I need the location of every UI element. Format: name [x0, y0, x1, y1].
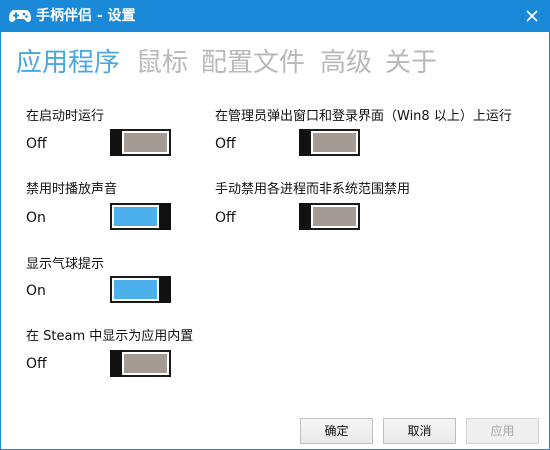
toggle-knob — [299, 203, 311, 230]
tab-mouse[interactable]: 鼠标 — [136, 46, 188, 80]
steam-overlay-label: 在 Steam 中显示为应用内置 — [26, 329, 194, 344]
toggle-track — [114, 280, 157, 299]
manual-disable-toggle[interactable] — [299, 203, 360, 230]
toggle-knob — [159, 203, 171, 230]
toggle-track — [124, 133, 167, 152]
toggle-track — [313, 207, 356, 226]
run-on-admin-state: Off — [215, 136, 236, 152]
run-at-startup-label: 在启动时运行 — [26, 109, 105, 124]
show-balloon-label: 显示气球提示 — [26, 257, 105, 272]
play-sound-state: On — [26, 210, 46, 226]
steam-overlay-toggle[interactable] — [110, 350, 171, 377]
tab-advanced[interactable]: 高级 — [320, 46, 372, 80]
show-balloon-state: On — [26, 283, 46, 299]
run-at-startup-toggle[interactable] — [110, 129, 171, 156]
manual-disable-label: 手动禁用各进程而非系统范围禁用 — [215, 182, 411, 197]
toggle-knob — [110, 129, 122, 156]
tab-about[interactable]: 关于 — [385, 46, 437, 80]
settings-panel: 应用程序 鼠标 配置文件 高级 关于 在启动时运行 Off 在管理员弹出窗口和登… — [1, 32, 549, 449]
run-on-admin-label: 在管理员弹出窗口和登录界面（Win8 以上）上运行 — [215, 109, 512, 124]
toggle-knob — [159, 276, 171, 303]
show-balloon-toggle[interactable] — [110, 276, 171, 303]
apply-button[interactable]: 应用 — [466, 418, 539, 444]
toggle-track — [124, 354, 167, 373]
cancel-button[interactable]: 取消 — [383, 418, 456, 444]
toggle-track — [114, 207, 157, 226]
steam-overlay-state: Off — [26, 356, 47, 372]
tab-applications[interactable]: 应用程序 — [16, 46, 120, 80]
gamepad-icon — [9, 10, 31, 22]
play-sound-label: 禁用时播放声音 — [26, 182, 118, 197]
run-on-admin-toggle[interactable] — [299, 129, 360, 156]
tab-profiles[interactable]: 配置文件 — [201, 46, 305, 80]
toggle-knob — [110, 350, 122, 377]
title-bar: 手柄伴侣 - 设置 — [0, 0, 550, 32]
toggle-knob — [299, 129, 311, 156]
play-sound-toggle[interactable] — [110, 203, 171, 230]
toggle-track — [313, 133, 356, 152]
window-title: 手柄伴侣 - 设置 — [36, 8, 136, 24]
close-icon[interactable] — [522, 6, 542, 26]
manual-disable-state: Off — [215, 210, 236, 226]
ok-button[interactable]: 确定 — [300, 418, 373, 444]
run-at-startup-state: Off — [26, 136, 47, 152]
